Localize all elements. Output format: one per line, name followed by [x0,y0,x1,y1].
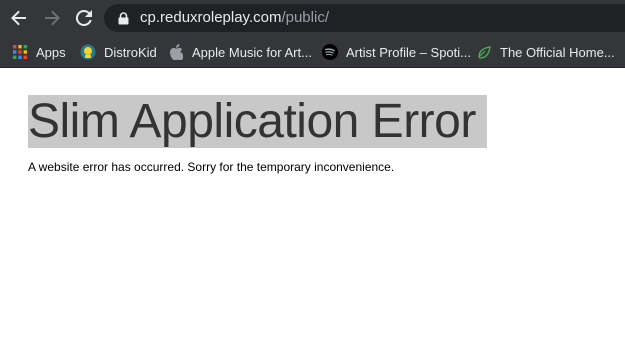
forward-button[interactable] [41,7,63,29]
browser-toolbar: cp.reduxroleplay.com/public/ [0,0,625,36]
url-host: cp.reduxroleplay.com [140,9,282,26]
bookmark-label: Apps [36,44,66,60]
spotify-icon [322,44,338,60]
back-button[interactable] [8,7,30,29]
back-arrow-icon [11,10,26,26]
distrokid-icon [80,44,96,60]
bookmark-apps[interactable]: Apps [12,36,66,68]
bookmark-official-home[interactable]: The Official Home... [476,36,615,68]
bookmark-apple-music[interactable]: Apple Music for Art... [168,36,312,68]
page-content: Slim Application Error A website error h… [0,68,625,340]
url-path: /public/ [281,9,329,26]
bookmark-spotify[interactable]: Artist Profile – Spoti... [322,36,471,68]
address-bar[interactable]: cp.reduxroleplay.com/public/ [104,4,625,32]
lock-icon [118,12,129,30]
apple-icon [168,44,184,60]
bookmarks-bar: Apps DistroKid Apple Music for Art... Ar… [0,36,625,68]
url-text: cp.reduxroleplay.com/public/ [140,9,329,27]
apps-grid-icon [12,44,28,60]
reload-button[interactable] [73,7,95,29]
bookmark-label: Apple Music for Art... [192,44,312,60]
bookmark-label: Artist Profile – Spoti... [346,44,471,60]
error-title: Slim Application Error [28,95,487,148]
bookmark-label: DistroKid [104,44,157,60]
bookmark-distrokid[interactable]: DistroKid [80,36,157,68]
bookmark-label: The Official Home... [500,44,615,60]
error-message: A website error has occurred. Sorry for … [28,160,395,174]
reload-icon [75,9,92,26]
leaf-icon [476,44,492,60]
browser-chrome: cp.reduxroleplay.com/public/ Apps Distro… [0,0,625,68]
forward-arrow-icon [45,10,60,26]
